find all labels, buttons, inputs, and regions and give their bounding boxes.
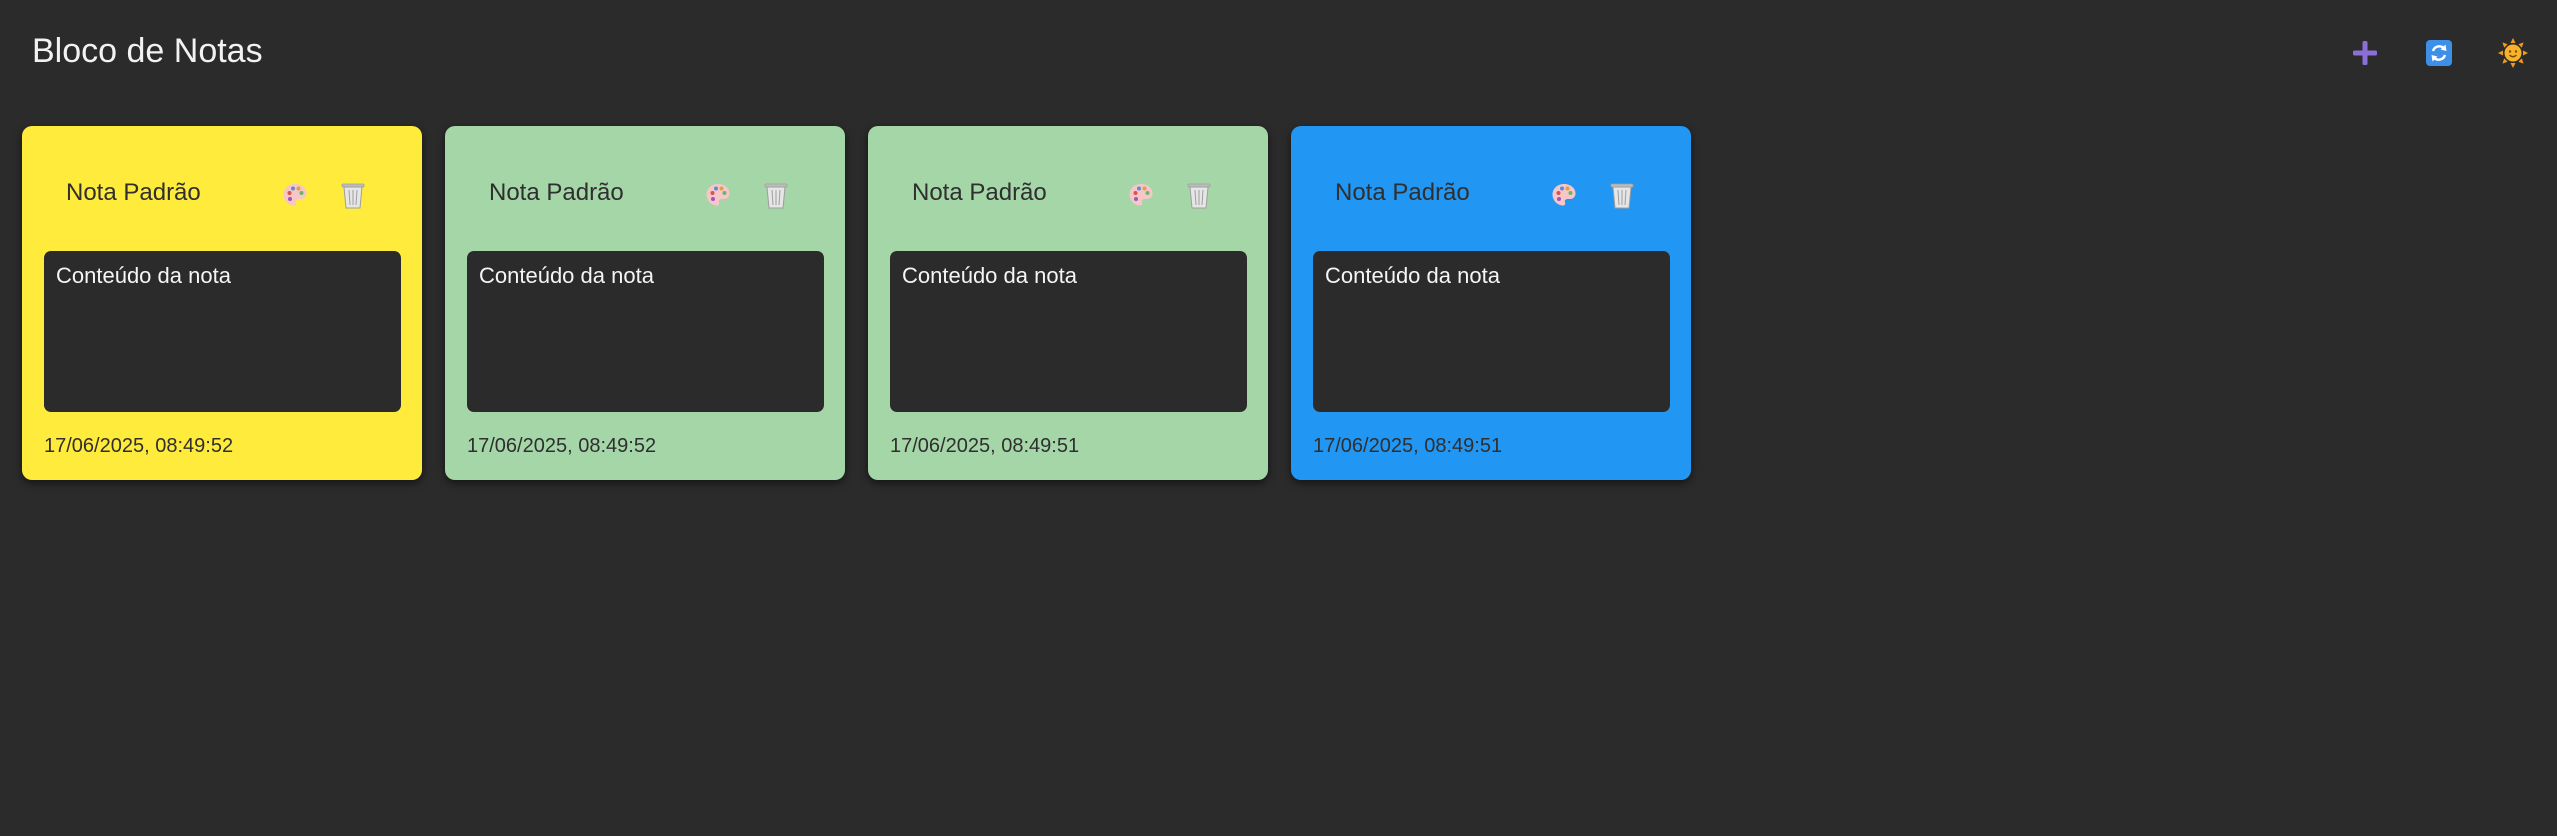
trash-icon bbox=[764, 183, 788, 209]
trash-icon bbox=[1187, 183, 1211, 209]
note-content-editor[interactable]: Conteúdo da nota bbox=[467, 251, 824, 412]
add-note-button[interactable] bbox=[2346, 34, 2384, 72]
trash-icon bbox=[1610, 183, 1634, 209]
delete-note-button[interactable] bbox=[1182, 178, 1216, 212]
note-title[interactable]: Nota Padrão bbox=[66, 178, 201, 208]
note-card: Nota Padrão Conteúdo da nota 17/06/2025,… bbox=[22, 126, 422, 480]
change-color-button[interactable] bbox=[701, 178, 735, 212]
note-title[interactable]: Nota Padrão bbox=[489, 178, 624, 208]
note-timestamp: 17/06/2025, 08:49:52 bbox=[467, 435, 657, 457]
app-header: Bloco de Notas bbox=[0, 0, 2557, 105]
note-timestamp: 17/06/2025, 08:49:51 bbox=[1313, 435, 1503, 457]
change-color-button[interactable] bbox=[278, 178, 312, 212]
note-card: Nota Padrão Conteúdo da nota 17/06/2025,… bbox=[868, 126, 1268, 480]
refresh-icon bbox=[2426, 40, 2452, 66]
change-color-button[interactable] bbox=[1547, 178, 1581, 212]
note-content-editor[interactable]: Conteúdo da nota bbox=[1313, 251, 1670, 412]
note-card: Nota Padrão Conteúdo da nota 17/06/2025,… bbox=[445, 126, 845, 480]
note-timestamp: 17/06/2025, 08:49:51 bbox=[890, 435, 1080, 457]
note-content-editor[interactable]: Conteúdo da nota bbox=[44, 251, 401, 412]
palette-icon bbox=[706, 184, 730, 206]
note-title[interactable]: Nota Padrão bbox=[1335, 178, 1470, 208]
note-timestamp: 17/06/2025, 08:49:52 bbox=[44, 435, 234, 457]
delete-note-button[interactable] bbox=[1605, 178, 1639, 212]
sun-icon bbox=[2498, 38, 2528, 68]
trash-icon bbox=[341, 183, 365, 209]
palette-icon bbox=[1552, 184, 1576, 206]
change-color-button[interactable] bbox=[1124, 178, 1158, 212]
delete-note-button[interactable] bbox=[336, 178, 370, 212]
app-window: Bloco de Notas Nota Padrão Conteúdo da n… bbox=[0, 0, 2557, 836]
note-content-editor[interactable]: Conteúdo da nota bbox=[890, 251, 1247, 412]
refresh-button[interactable] bbox=[2420, 34, 2458, 72]
palette-icon bbox=[1129, 184, 1153, 206]
note-card: Nota Padrão Conteúdo da nota 17/06/2025,… bbox=[1291, 126, 1691, 480]
palette-icon bbox=[283, 184, 307, 206]
app-title: Bloco de Notas bbox=[32, 32, 263, 70]
delete-note-button[interactable] bbox=[759, 178, 793, 212]
plus-icon bbox=[2353, 41, 2377, 65]
theme-toggle-button[interactable] bbox=[2494, 34, 2532, 72]
note-title[interactable]: Nota Padrão bbox=[912, 178, 1047, 208]
